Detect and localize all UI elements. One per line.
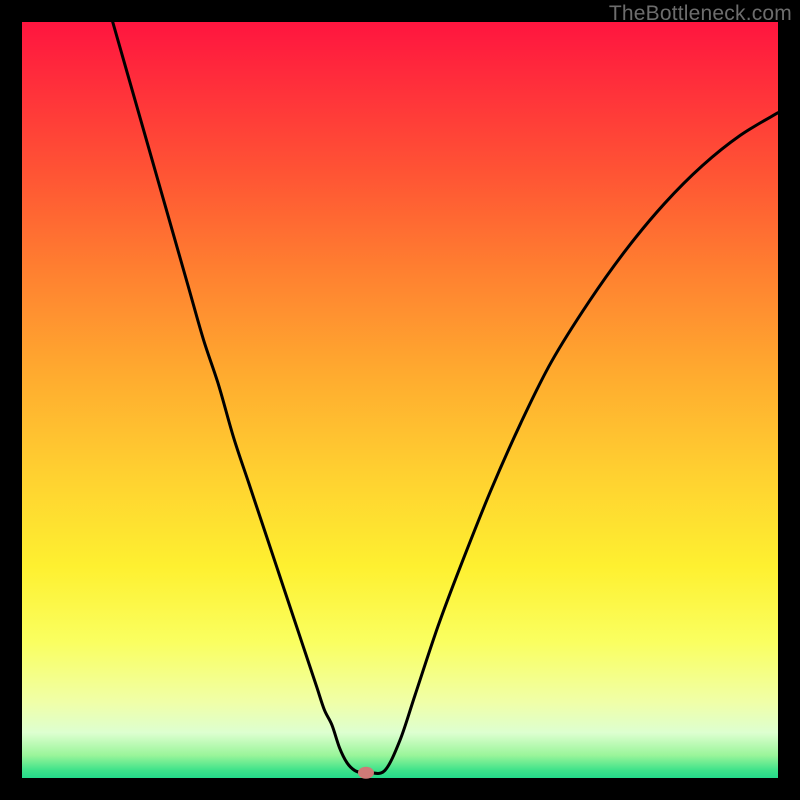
chart-frame: TheBottleneck.com — [0, 0, 800, 800]
plot-area — [22, 22, 778, 778]
optimum-marker — [358, 767, 374, 779]
bottleneck-curve — [113, 22, 778, 773]
chart-svg — [22, 22, 778, 778]
